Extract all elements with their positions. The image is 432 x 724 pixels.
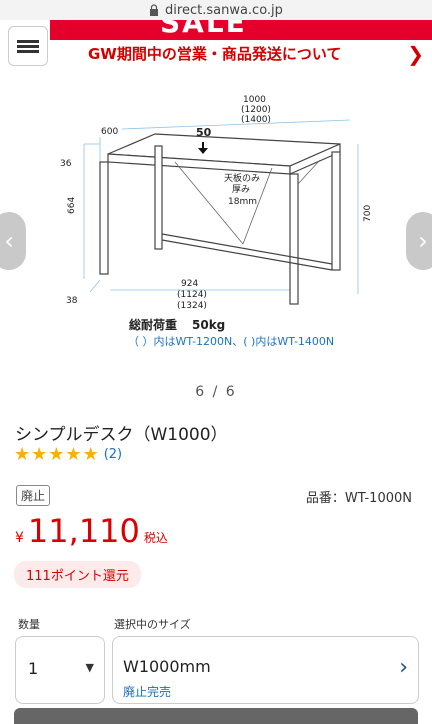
add-to-cart-button[interactable] xyxy=(14,708,418,724)
quantity-value: 1 xyxy=(28,659,39,678)
inner-width-alt2: (1324) xyxy=(177,301,207,311)
image-counter: 6 / 6 xyxy=(195,384,237,400)
product-title: シンプルデスク（W1000） xyxy=(15,425,228,445)
menu-button[interactable] xyxy=(8,26,48,66)
height-label: 700 xyxy=(363,205,373,222)
chevron-right-icon: ❯ xyxy=(407,42,424,66)
quantity-select[interactable]: 1 ▼ xyxy=(15,636,105,704)
desk-dimension-diagram: 50 1000 (1200) (1400) 600 36 664 700 38 … xyxy=(60,95,373,348)
price-value: 11,110 xyxy=(27,512,140,550)
quantity-label: 数量 xyxy=(18,618,40,631)
size-label: 選択中のサイズ xyxy=(114,618,191,631)
currency-symbol: ¥ xyxy=(15,530,24,546)
sale-text: SALE xyxy=(160,20,247,39)
depth-label: 600 xyxy=(101,127,118,137)
inner-width-label: 924 xyxy=(181,279,198,289)
next-image-button[interactable]: › xyxy=(406,212,432,270)
leg-height-label: 664 xyxy=(67,197,77,214)
load-total-label: 総耐荷重 xyxy=(129,317,177,332)
inner-width-alt1: (1124) xyxy=(177,290,207,300)
caret-down-icon: ▼ xyxy=(85,661,94,674)
prev-image-button[interactable]: ‹ xyxy=(0,212,26,270)
lock-icon xyxy=(150,4,159,16)
status-badge: 廃止 xyxy=(16,485,51,506)
hamburger-icon xyxy=(17,38,39,55)
width-label: 1000 xyxy=(243,95,266,105)
sale-banner[interactable]: SALE xyxy=(50,20,432,40)
chevron-right-icon: › xyxy=(418,227,428,255)
top-thickness-label: 36 xyxy=(60,159,72,169)
chevron-left-icon: ‹ xyxy=(4,227,14,255)
review-count-link[interactable]: (2) xyxy=(104,447,122,462)
price: ¥ 11,110 税込 xyxy=(15,512,168,550)
top-note-1: 天板のみ xyxy=(224,172,260,184)
tax-note: 税込 xyxy=(143,531,168,545)
url-text: direct.sanwa.co.jp xyxy=(165,2,283,18)
address-bar[interactable]: direct.sanwa.co.jp xyxy=(0,0,432,20)
star-icon: ★ xyxy=(48,444,65,465)
product-image[interactable]: 50 1000 (1200) (1400) 600 36 664 700 38 … xyxy=(0,84,432,374)
load-label: 50 xyxy=(196,126,212,139)
top-note-3: 18mm xyxy=(228,197,257,207)
points-badge: 111ポイント還元 xyxy=(14,561,141,588)
gw-notice-link[interactable]: GW期間中の営業・商品発送について ❯ xyxy=(50,40,432,66)
rating[interactable]: ★ ★ ★ ★ ★ (2) xyxy=(14,444,122,465)
top-note-2: 厚み xyxy=(232,184,250,195)
size-value: W1000mm xyxy=(123,657,211,676)
star-icon: ★ xyxy=(82,444,99,465)
gw-notice-text: GW期間中の営業・商品発送について xyxy=(88,44,342,63)
width-alt2: (1400) xyxy=(241,115,271,125)
size-status: 廃止完売 xyxy=(123,685,172,699)
diagram-note: （ ）内はWT-1200N、( )内はWT-1400N xyxy=(128,334,334,348)
star-icon: ★ xyxy=(14,444,31,465)
part-number: 品番：WT-1000N xyxy=(305,491,412,506)
width-alt1: (1200) xyxy=(241,105,271,115)
star-icon: ★ xyxy=(65,444,82,465)
load-total-value: 50kg xyxy=(192,318,225,332)
bottom-label: 38 xyxy=(66,296,78,306)
chevron-right-icon: › xyxy=(399,655,408,680)
size-select[interactable]: W1000mm 廃止完売 › xyxy=(112,636,419,704)
star-icon: ★ xyxy=(31,444,48,465)
